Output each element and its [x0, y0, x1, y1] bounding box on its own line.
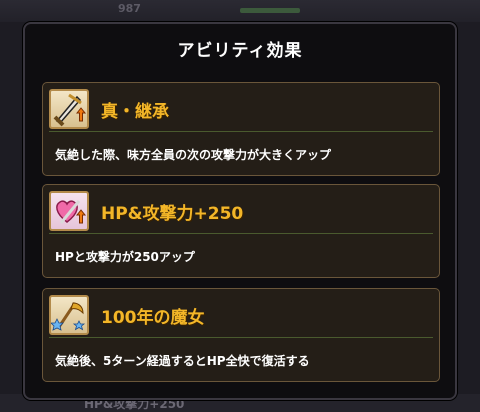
ability-card-3: 100年の魔女 気絶後、5ターン経過するとHP全快で復活する: [42, 288, 440, 382]
dialog-title: アビリティ効果: [177, 41, 303, 61]
revive-scythe-icon: [49, 295, 89, 335]
ability-card-2: HP&攻撃力+250 HPと攻撃力が250アップ: [42, 184, 440, 278]
ability-name: 100年の魔女: [101, 308, 205, 328]
heart-sword-icon: [49, 191, 89, 231]
ability-card-header: HP&攻撃力+250: [49, 191, 433, 234]
background-gauge: [240, 8, 300, 13]
ability-effect-dialog: アビリティ効果 真・継承 気絶した際、味方全員の次の攻撃力が大きくアップ HP&…: [23, 22, 457, 400]
ability-description: 気絶後、5ターン経過するとHP全快で復活する: [55, 354, 310, 368]
ability-name: HP&攻撃力+250: [101, 204, 244, 224]
ability-card-header: 真・継承: [49, 89, 433, 132]
ability-name: 真・継承: [101, 102, 169, 122]
background-number: 987: [118, 2, 141, 15]
ability-card-1: 真・継承 気絶した際、味方全員の次の攻撃力が大きくアップ: [42, 82, 440, 176]
ability-description: 気絶した際、味方全員の次の攻撃力が大きくアップ: [55, 148, 332, 162]
ability-description: HPと攻撃力が250アップ: [55, 250, 195, 264]
ability-card-header: 100年の魔女: [49, 295, 433, 338]
sword-up-icon: [49, 89, 89, 129]
background-status-bar: 987: [0, 0, 480, 22]
